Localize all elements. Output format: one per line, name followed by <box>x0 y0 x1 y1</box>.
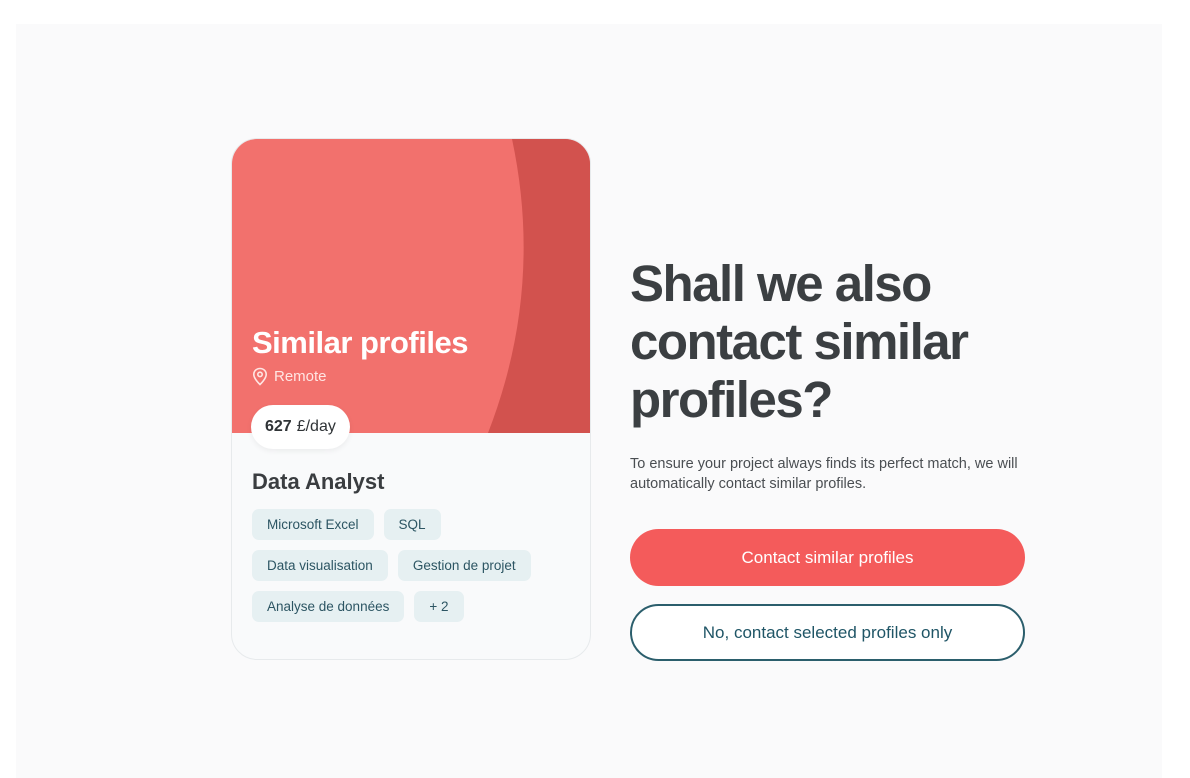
prompt-description: To ensure your project always finds its … <box>630 456 1018 492</box>
profile-card: Similar profiles Remote 627 £/day Data A… <box>231 138 591 660</box>
rate-amount: 627 <box>265 418 292 435</box>
skill-tags: Microsoft Excel SQL Data visualisation G… <box>252 509 572 622</box>
more-skills-tag: + 2 <box>414 591 464 622</box>
skill-tag: Data visualisation <box>252 550 388 581</box>
skill-tag: SQL <box>383 509 441 540</box>
job-title: Data Analyst <box>252 469 385 494</box>
skill-tag: Microsoft Excel <box>252 509 374 540</box>
card-hero-title: Similar profiles <box>252 325 468 360</box>
skill-tag: Gestion de projet <box>397 550 531 581</box>
rate-badge: 627 £/day <box>251 405 350 449</box>
card-hero: Similar profiles Remote <box>232 139 590 433</box>
map-pin-icon <box>252 367 268 386</box>
prompt-headline: Shall we also contact similar profiles? <box>630 255 969 428</box>
contact-similar-profiles-button[interactable]: Contact similar profiles <box>630 529 1025 586</box>
rate-unit: £/day <box>296 418 336 435</box>
card-location: Remote <box>252 367 327 386</box>
contact-selected-only-button[interactable]: No, contact selected profiles only <box>630 604 1025 661</box>
card-location-label: Remote <box>274 368 327 385</box>
skill-tag: Analyse de données <box>252 591 405 622</box>
hero-accent-shape <box>488 139 590 433</box>
prompt-section: Shall we also contact similar profiles? … <box>630 255 1030 494</box>
